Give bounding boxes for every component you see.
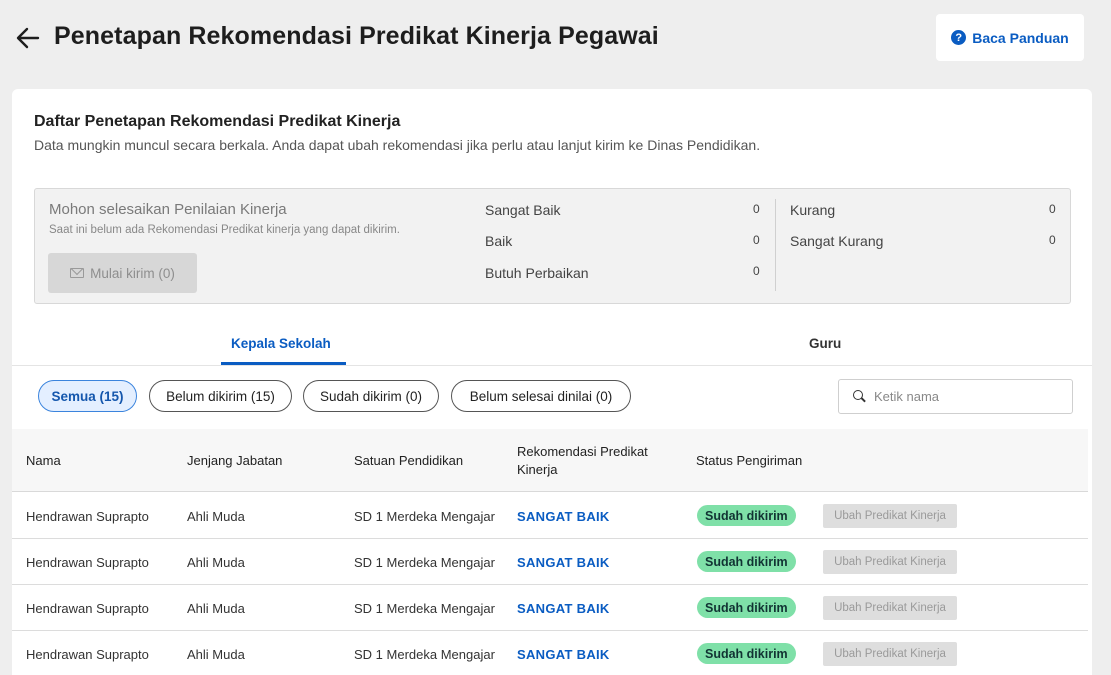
filter-semua[interactable]: Semua (15) <box>38 380 137 412</box>
cell-predikat: SANGAT BAIK <box>517 509 610 524</box>
stat-value-butuh-perbaikan: 0 <box>753 264 760 278</box>
arrow-left-icon[interactable] <box>14 24 42 52</box>
top-bar: Penetapan Rekomendasi Predikat Kinerja P… <box>0 0 1111 80</box>
stat-value-sangat-kurang: 0 <box>1049 233 1056 247</box>
column-header-rekomendasi: Rekomendasi Predikat Kinerja <box>517 444 648 477</box>
summary-description: Saat ini belum ada Rekomendasi Predikat … <box>49 224 400 236</box>
stat-label-baik: Baik <box>485 233 513 249</box>
card-title: Daftar Penetapan Rekomendasi Predikat Ki… <box>34 113 401 130</box>
table-row: Hendrawan Suprapto Ahli Muda SD 1 Merdek… <box>12 539 1088 585</box>
tab-kepala-sekolah[interactable]: Kepala Sekolah <box>231 336 331 351</box>
mail-icon <box>70 268 85 278</box>
filter-belum-dikirim[interactable]: Belum dikirim (15) <box>149 380 292 412</box>
tab-divider <box>12 365 1092 366</box>
cell-jabatan: Ahli Muda <box>187 647 245 662</box>
cell-nama: Hendrawan Suprapto <box>26 555 149 570</box>
stat-label-sangat-baik: Sangat Baik <box>485 202 561 218</box>
search-box[interactable] <box>838 379 1073 414</box>
stat-value-kurang: 0 <box>1049 202 1056 216</box>
cell-satuan: SD 1 Merdeka Mengajar <box>354 601 495 616</box>
table-row: Hendrawan Suprapto Ahli Muda SD 1 Merdek… <box>12 493 1088 539</box>
status-badge: Sudah dikirim <box>697 551 796 572</box>
edit-predicate-button[interactable]: Ubah Predikat Kinerja <box>823 642 957 666</box>
filter-sudah-dikirim[interactable]: Sudah dikirim (0) <box>303 380 439 412</box>
cell-predikat: SANGAT BAIK <box>517 555 610 570</box>
filter-belum-selesai-dinilai[interactable]: Belum selesai dinilai (0) <box>451 380 631 412</box>
card-subtitle: Data mungkin muncul secara berkala. Anda… <box>34 137 761 153</box>
table-row: Hendrawan Suprapto Ahli Muda SD 1 Merdek… <box>12 585 1088 631</box>
summary-panel: Mohon selesaikan Penilaian Kinerja Saat … <box>34 188 1071 304</box>
cell-satuan: SD 1 Merdeka Mengajar <box>354 509 495 524</box>
cell-jabatan: Ahli Muda <box>187 555 245 570</box>
table-header: Nama Jenjang Jabatan Satuan Pendidikan R… <box>12 429 1088 492</box>
cell-satuan: SD 1 Merdeka Mengajar <box>354 555 495 570</box>
cell-predikat: SANGAT BAIK <box>517 601 610 616</box>
summary-divider <box>775 199 776 291</box>
table-row: Hendrawan Suprapto Ahli Muda SD 1 Merdek… <box>12 631 1088 675</box>
summary-title: Mohon selesaikan Penilaian Kinerja <box>49 201 287 218</box>
help-icon: ? <box>951 30 967 45</box>
send-button-label: Mulai kirim (0) <box>90 265 175 281</box>
send-button[interactable]: Mulai kirim (0) <box>48 253 197 293</box>
cell-jabatan: Ahli Muda <box>187 601 245 616</box>
cell-jabatan: Ahli Muda <box>187 509 245 524</box>
cell-nama: Hendrawan Suprapto <box>26 509 149 524</box>
status-badge: Sudah dikirim <box>697 597 796 618</box>
status-badge: Sudah dikirim <box>697 643 796 664</box>
cell-satuan: SD 1 Merdeka Mengajar <box>354 647 495 662</box>
main-card: Daftar Penetapan Rekomendasi Predikat Ki… <box>12 89 1092 675</box>
stat-label-sangat-kurang: Sangat Kurang <box>790 233 884 249</box>
column-header-jenjang-jabatan: Jenjang Jabatan <box>187 453 283 468</box>
edit-predicate-button[interactable]: Ubah Predikat Kinerja <box>823 504 957 528</box>
column-header-nama: Nama <box>26 453 61 468</box>
guide-button[interactable]: ? Baca Panduan <box>936 14 1084 61</box>
stat-label-kurang: Kurang <box>790 202 836 218</box>
cell-nama: Hendrawan Suprapto <box>26 601 149 616</box>
guide-button-label: Baca Panduan <box>972 29 1069 46</box>
status-badge: Sudah dikirim <box>697 505 796 526</box>
stat-value-baik: 0 <box>753 233 760 247</box>
edit-predicate-button[interactable]: Ubah Predikat Kinerja <box>823 550 957 574</box>
page-title: Penetapan Rekomendasi Predikat Kinerja P… <box>54 22 659 50</box>
stat-value-sangat-baik: 0 <box>753 202 760 216</box>
search-input[interactable] <box>874 389 1054 404</box>
stat-label-butuh-perbaikan: Butuh Perbaikan <box>485 265 589 281</box>
edit-predicate-button[interactable]: Ubah Predikat Kinerja <box>823 596 957 620</box>
cell-predikat: SANGAT BAIK <box>517 647 610 662</box>
column-header-satuan-pendidikan: Satuan Pendidikan <box>354 453 464 468</box>
cell-nama: Hendrawan Suprapto <box>26 647 149 662</box>
search-icon <box>853 390 866 403</box>
column-header-status: Status Pengiriman <box>696 453 803 468</box>
tab-guru[interactable]: Guru <box>809 336 841 351</box>
